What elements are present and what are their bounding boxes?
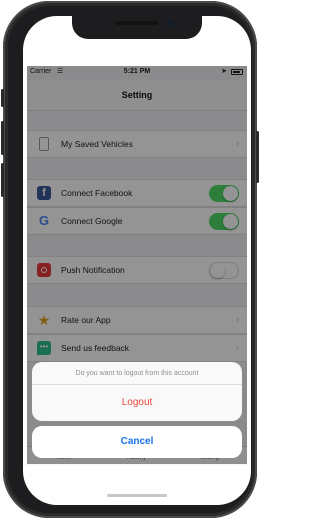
home-indicator <box>107 494 167 497</box>
action-sheet: Do you want to logout from this account … <box>32 362 242 421</box>
logout-button[interactable]: Logout <box>32 385 242 421</box>
settings-app: Carrier ☰ 5:21 PM ➤ Setting My Saved Veh… <box>27 66 247 465</box>
power-button <box>256 131 259 183</box>
front-camera <box>168 20 174 26</box>
phone-screen: Carrier ☰ 5:21 PM ➤ Setting My Saved Veh… <box>23 16 251 505</box>
mute-switch <box>1 89 4 107</box>
action-sheet-message: Do you want to logout from this account <box>32 362 242 385</box>
speaker <box>116 21 158 25</box>
cancel-button[interactable]: Cancel <box>32 426 242 458</box>
volume-down-button <box>1 163 4 197</box>
phone-frame: Carrier ☰ 5:21 PM ➤ Setting My Saved Veh… <box>1 1 259 518</box>
notch <box>72 16 202 39</box>
volume-up-button <box>1 121 4 155</box>
